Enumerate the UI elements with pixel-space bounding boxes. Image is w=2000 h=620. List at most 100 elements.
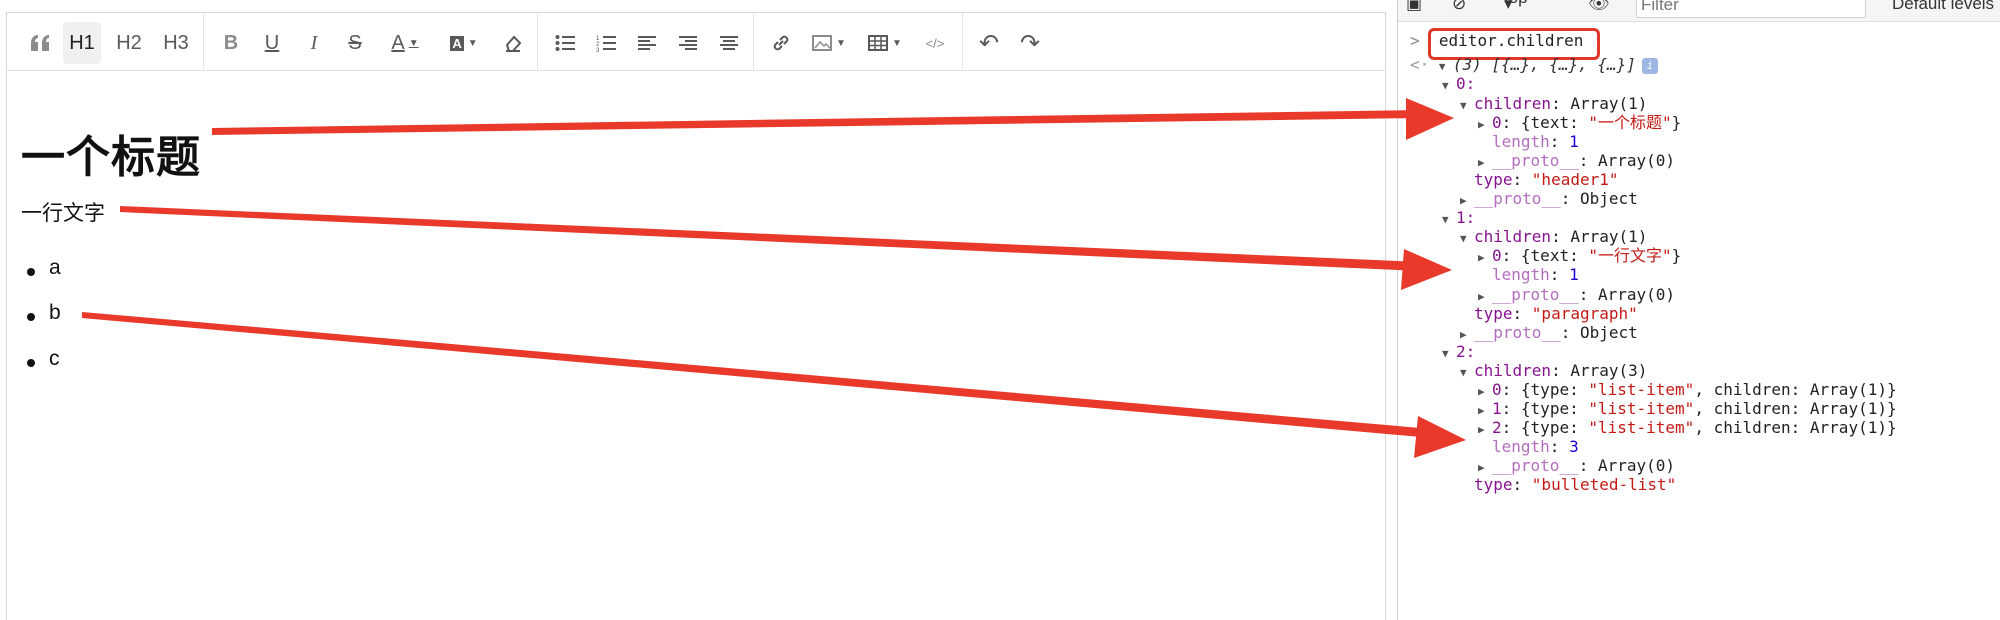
redo-icon[interactable]: ↷ bbox=[1012, 22, 1048, 64]
h3-button[interactable]: H3 bbox=[157, 22, 195, 64]
collapsed-triangle-icon: ▶ bbox=[1478, 118, 1485, 131]
strikethrough-glyph: S bbox=[348, 31, 362, 54]
key-label: text bbox=[1530, 246, 1570, 265]
underline-icon[interactable]: U bbox=[254, 22, 290, 64]
string-value: "bulleted-list" bbox=[1531, 475, 1677, 494]
background-color-glyph: A bbox=[450, 35, 464, 51]
value-label: Array(1) bbox=[1570, 94, 1648, 113]
key-label: __proto__ bbox=[1492, 285, 1579, 304]
image-icon[interactable]: ▼ bbox=[807, 22, 851, 64]
string-value: "list-item" bbox=[1588, 399, 1695, 418]
info-icon: i bbox=[1641, 57, 1658, 74]
value-label: Array(1) bbox=[1809, 399, 1887, 418]
value-label: Object bbox=[1579, 189, 1638, 208]
expanded-triangle-icon: ▼ bbox=[1460, 99, 1467, 112]
result-arrow-icon: <· bbox=[1410, 55, 1430, 74]
filter-input[interactable]: Filter bbox=[1636, 0, 1866, 18]
font-color-icon[interactable]: A ▼ bbox=[382, 22, 428, 64]
toolbar-separator bbox=[753, 13, 754, 71]
key-label: text bbox=[1530, 113, 1570, 132]
tree-node-length: length: 1 bbox=[1492, 265, 1579, 284]
expanded-triangle-icon: ▼ bbox=[1442, 79, 1449, 92]
undo-icon[interactable]: ↶ bbox=[971, 22, 1007, 64]
editor-paragraph[interactable]: 一行文字 bbox=[21, 197, 105, 227]
h1-button[interactable]: H1 bbox=[63, 22, 101, 64]
index-label: 1: bbox=[1456, 208, 1476, 227]
toolbar-separator bbox=[962, 13, 963, 71]
list-item[interactable]: c bbox=[49, 347, 60, 371]
editor-toolbar: H1 H2 H3 B U I S A ▼ A ▼ 123 ▼ ▼ </> ↶ ↷ bbox=[7, 13, 1385, 71]
link-icon[interactable] bbox=[763, 22, 799, 64]
number-value: 3 bbox=[1569, 437, 1579, 456]
expanded-triangle-icon: ▼ bbox=[1442, 347, 1449, 360]
strikethrough-icon[interactable]: S bbox=[337, 22, 373, 64]
chevron-down-icon: ▼ bbox=[408, 37, 419, 49]
key-label: children bbox=[1474, 94, 1552, 113]
toolbar-separator bbox=[203, 13, 204, 71]
editor-content[interactable]: 一个标题 一行文字 a b c bbox=[7, 71, 1385, 620]
value-label: Array(0) bbox=[1597, 151, 1676, 170]
key-label: length bbox=[1492, 132, 1550, 151]
h2-button[interactable]: H2 bbox=[110, 22, 148, 64]
h2-label: H2 bbox=[116, 31, 142, 54]
tree-node-0[interactable]: ▼ 0: bbox=[1442, 73, 1475, 95]
editor-heading[interactable]: 一个标题 bbox=[21, 121, 201, 185]
redo-glyph: ↷ bbox=[1019, 29, 1041, 57]
list-bullet bbox=[27, 359, 35, 367]
console-input-line: > editor.children bbox=[1410, 30, 1583, 52]
h1-label: H1 bbox=[69, 31, 95, 54]
bold-icon[interactable]: B bbox=[213, 22, 249, 64]
table-icon[interactable]: ▼ bbox=[862, 22, 908, 64]
sidebar-toggle-icon[interactable]: ▣ bbox=[1406, 0, 1422, 14]
align-right-icon[interactable] bbox=[670, 22, 706, 64]
font-color-glyph: A bbox=[391, 31, 405, 54]
underline-glyph: U bbox=[264, 31, 280, 54]
expanded-triangle-icon: ▼ bbox=[1442, 213, 1449, 226]
console-command: editor.children bbox=[1438, 31, 1584, 50]
key-label: __proto__ bbox=[1492, 456, 1579, 475]
align-left-icon[interactable] bbox=[629, 22, 665, 64]
prompt-icon: > bbox=[1410, 31, 1420, 50]
key-label: children bbox=[1713, 399, 1791, 418]
value-label: Array(0) bbox=[1597, 456, 1676, 475]
list-bullet bbox=[27, 313, 35, 321]
list-item[interactable]: b bbox=[49, 301, 61, 325]
rich-text-editor: H1 H2 H3 B U I S A ▼ A ▼ 123 ▼ ▼ </> ↶ ↷… bbox=[6, 12, 1386, 620]
string-value: "一行文字" bbox=[1588, 246, 1672, 265]
tree-node-type: type: "bulleted-list" bbox=[1474, 475, 1677, 494]
clear-console-icon[interactable]: ⊘ bbox=[1452, 0, 1466, 14]
h3-label: H3 bbox=[163, 31, 189, 54]
context-selector[interactable]: top ▾ bbox=[1504, 0, 1528, 14]
blockquote-icon[interactable] bbox=[21, 22, 59, 64]
value-label: Array(1) bbox=[1809, 418, 1887, 437]
italic-glyph: I bbox=[310, 31, 318, 54]
value-label: Array(1) bbox=[1809, 380, 1887, 399]
devtools-console-panel: ▣ ⊘ top ▾ 👁 Filter Default levels > edit… bbox=[1398, 0, 2000, 620]
key-label: children bbox=[1474, 227, 1552, 246]
bold-glyph: B bbox=[223, 31, 239, 54]
tree-node-proto[interactable]: ▶ __proto__: Object bbox=[1460, 188, 1638, 210]
italic-icon[interactable]: I bbox=[296, 22, 332, 64]
key-label: type bbox=[1530, 418, 1570, 437]
key-label: type bbox=[1530, 399, 1570, 418]
log-levels-dropdown[interactable]: Default levels bbox=[1892, 0, 1994, 14]
value-label: Array(0) bbox=[1597, 285, 1676, 304]
code-icon[interactable]: </> bbox=[917, 22, 953, 64]
list-bullet bbox=[27, 268, 35, 276]
align-center-icon[interactable] bbox=[711, 22, 747, 64]
background-color-icon[interactable]: A ▼ bbox=[441, 22, 487, 64]
chevron-down-icon: ▼ bbox=[836, 37, 846, 49]
numbered-list-icon[interactable]: 123 bbox=[588, 22, 624, 64]
key-label: type bbox=[1530, 380, 1570, 399]
string-value: "paragraph" bbox=[1531, 304, 1638, 323]
list-item[interactable]: a bbox=[49, 256, 61, 280]
key-label: children bbox=[1713, 380, 1791, 399]
value-label: Object bbox=[1579, 323, 1638, 342]
key-label: __proto__ bbox=[1492, 151, 1579, 170]
bulleted-list-icon[interactable] bbox=[547, 22, 583, 64]
eraser-icon[interactable] bbox=[495, 22, 531, 64]
result-summary-text: (3) [{…}, {…}, {…}] bbox=[1452, 55, 1636, 74]
number-value: 1 bbox=[1569, 132, 1579, 151]
tree-node-proto[interactable]: ▶ __proto__: Object bbox=[1460, 322, 1638, 344]
eye-icon[interactable]: 👁 bbox=[1588, 0, 1610, 14]
